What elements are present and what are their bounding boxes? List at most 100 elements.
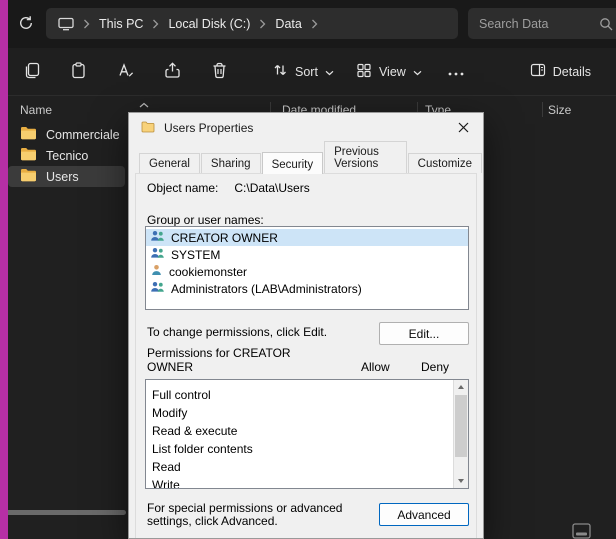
details-label: Details [553, 65, 591, 79]
rename-button[interactable] [102, 54, 149, 90]
chevron-right-icon [152, 19, 159, 29]
copy-button[interactable] [8, 54, 55, 90]
user-group-icon [150, 230, 165, 245]
permissions-title: Permissions for CREATOR OWNER [147, 346, 307, 374]
share-icon [164, 62, 181, 82]
details-button[interactable]: Details [519, 54, 602, 90]
file-name: Users [46, 170, 79, 184]
scroll-up-icon[interactable] [454, 380, 468, 394]
chevron-down-icon [413, 65, 422, 79]
sort-button[interactable]: Sort [261, 54, 345, 90]
principal-name: SYSTEM [171, 248, 220, 262]
permission-name: Modify [152, 406, 187, 420]
paste-button[interactable] [55, 54, 102, 90]
chevron-right-icon [311, 19, 318, 29]
sort-ascending-icon [139, 97, 149, 111]
folder-icon [20, 147, 37, 164]
this-pc-icon [58, 17, 74, 31]
permission-row-read[interactable]: Read [146, 458, 468, 476]
file-row-users[interactable]: Users [8, 166, 125, 187]
trash-icon [211, 62, 228, 82]
dialog-titlebar[interactable]: Users Properties [129, 113, 483, 143]
copy-icon [23, 62, 40, 82]
dialog-tabs: General Sharing Security Previous Versio… [139, 151, 483, 173]
permission-row-read-execute[interactable]: Read & execute [146, 422, 468, 440]
details-icon [530, 62, 546, 81]
permissions-scrollbar[interactable] [453, 380, 468, 488]
view-grid-icon [356, 62, 372, 81]
more-options-button[interactable] [433, 54, 480, 90]
principal-row-system[interactable]: SYSTEM [146, 246, 468, 263]
dialog-title: Users Properties [164, 121, 253, 135]
permission-row-modify[interactable]: Modify [146, 404, 468, 422]
share-button[interactable] [149, 54, 196, 90]
column-header-size[interactable]: Size [548, 103, 571, 117]
delete-button[interactable] [196, 54, 243, 90]
refresh-icon [18, 15, 34, 34]
close-button[interactable] [451, 118, 475, 138]
principal-name: cookiemonster [169, 265, 247, 279]
advanced-button[interactable]: Advanced [379, 503, 469, 526]
folder-icon [20, 126, 37, 143]
permission-name: Read & execute [152, 424, 237, 438]
advanced-hint: For special permissions or advanced sett… [147, 502, 377, 528]
address-bar[interactable]: This PC Local Disk (C:) Data [46, 8, 458, 39]
paste-icon [70, 62, 87, 82]
breadcrumb-data[interactable]: Data [275, 17, 301, 31]
principal-name: Administrators (LAB\Administrators) [171, 282, 362, 296]
permission-name: List folder contents [152, 442, 253, 456]
file-name: Tecnico [46, 149, 88, 163]
permission-row-full-control[interactable]: Full control [146, 386, 468, 404]
window-icon [572, 523, 591, 539]
user-icon [150, 264, 163, 279]
principal-row-cookiemonster[interactable]: cookiemonster [146, 263, 468, 280]
tab-general[interactable]: General [139, 153, 200, 173]
close-icon [458, 121, 469, 136]
folder-icon [20, 168, 37, 185]
permission-row-list-folder-contents[interactable]: List folder contents [146, 440, 468, 458]
horizontal-scrollbar[interactable] [2, 510, 126, 515]
deny-column-label: Deny [421, 360, 449, 374]
search-icon [599, 17, 613, 31]
navigation-bar: This PC Local Disk (C:) Data Search Data [8, 0, 616, 48]
tab-customize[interactable]: Customize [408, 153, 482, 173]
scroll-down-icon[interactable] [454, 474, 468, 488]
permissions-list: Full control Modify Read & execute List … [145, 379, 469, 489]
toolbar: Sort View Details [8, 48, 616, 96]
view-label: View [379, 65, 406, 79]
breadcrumb-local-disk-c[interactable]: Local Disk (C:) [168, 17, 250, 31]
users-properties-dialog: Users Properties General Sharing Securit… [128, 112, 484, 539]
user-group-icon [150, 281, 165, 296]
tab-previous-versions[interactable]: Previous Versions [324, 141, 407, 173]
principal-row-creator-owner[interactable]: CREATOR OWNER [146, 229, 468, 246]
object-name-value: C:\Data\Users [234, 181, 309, 195]
file-name: Commerciale [46, 128, 120, 142]
breadcrumb-this-pc[interactable]: This PC [99, 17, 143, 31]
refresh-button[interactable] [12, 12, 40, 36]
chevron-right-icon [83, 19, 90, 29]
object-name-row: Object name: C:\Data\Users [147, 181, 310, 195]
chevron-down-icon [325, 65, 334, 79]
folder-properties-icon [141, 121, 155, 136]
permission-name: Read [152, 460, 181, 474]
more-icon [448, 64, 464, 79]
view-button[interactable]: View [345, 54, 433, 90]
tab-security[interactable]: Security [262, 152, 324, 174]
chevron-right-icon [259, 19, 266, 29]
group-user-list: CREATOR OWNER SYSTEM cookiemonster Admin… [145, 226, 469, 310]
column-divider[interactable] [542, 102, 543, 117]
permission-name: Write [152, 478, 180, 489]
object-name-label: Object name: [147, 181, 218, 195]
principal-row-administrators[interactable]: Administrators (LAB\Administrators) [146, 280, 468, 297]
permission-name: Full control [152, 388, 211, 402]
search-box[interactable]: Search Data [468, 8, 616, 39]
permission-row-write[interactable]: Write [146, 476, 468, 489]
sort-icon [272, 62, 288, 81]
edit-button[interactable]: Edit... [379, 322, 469, 345]
user-group-icon [150, 247, 165, 262]
search-placeholder: Search Data [479, 17, 548, 31]
scrollbar-thumb[interactable] [455, 395, 467, 457]
column-header-name[interactable]: Name [20, 103, 52, 117]
tab-sharing[interactable]: Sharing [201, 153, 261, 173]
sort-label: Sort [295, 65, 318, 79]
